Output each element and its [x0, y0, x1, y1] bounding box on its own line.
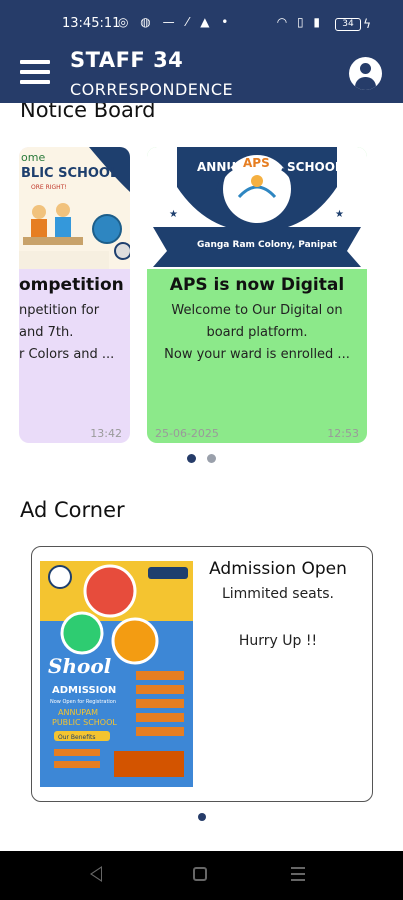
card-image-text: ome: [21, 151, 45, 164]
notice-card-image: ANNUM SCHOOL APS Ganga Ram Colony, Panip…: [147, 147, 367, 269]
carousel-dot-active[interactable]: [187, 454, 196, 463]
ad-text: Hurry Up !!: [238, 633, 318, 649]
notice-card-line: Now your ward is enrolled ...: [164, 347, 350, 362]
ad-carousel-dot-active[interactable]: [198, 813, 206, 821]
notice-card-time: 12:53: [327, 427, 359, 440]
poster-text: ANNUPAM: [58, 708, 98, 717]
notice-card[interactable]: ANNUM SCHOOL APS Ganga Ram Colony, Panip…: [147, 147, 367, 443]
poster-text: Our Benefits: [58, 734, 95, 741]
battery-icon: 34: [335, 18, 361, 31]
ad-heading: Admission Open: [209, 559, 347, 579]
page-subtitle: CORRESPONDENCE: [70, 80, 234, 99]
notice-card[interactable]: ome BLIC SCHOOL ORE RIGHT! ompetition np…: [19, 147, 130, 443]
poster-text: Shool: [48, 654, 112, 678]
app-screen: 13:45:11 ◎ ◍ — ⁄ ▲ • ◠ ▯ ▮ 34 ϟ STAFF 34…: [0, 0, 403, 900]
card-image-text: BLIC SCHOOL: [21, 166, 118, 181]
notice-card-date: 25-06-2025: [155, 427, 219, 440]
card-image-text: ORE RIGHT!: [31, 184, 67, 191]
status-bar: 13:45:11 ◎ ◍ — ⁄ ▲ • ◠ ▯ ▮ 34 ϟ: [0, 14, 403, 38]
poster-text: ADMISSION: [52, 685, 116, 696]
notice-card-time: 13:42: [90, 427, 122, 440]
app-header: 13:45:11 ◎ ◍ — ⁄ ▲ • ◠ ▯ ▮ 34 ϟ STAFF 34…: [0, 0, 403, 103]
status-time: 13:45:11: [62, 16, 121, 31]
home-icon[interactable]: [193, 867, 207, 881]
notice-card-line: and 7th.: [19, 325, 74, 340]
back-icon[interactable]: [90, 866, 102, 882]
system-nav-bar: [0, 851, 403, 900]
charging-icon: ϟ: [363, 17, 371, 31]
profile-icon[interactable]: [349, 57, 382, 90]
carousel-dot[interactable]: [207, 454, 216, 463]
svg-text:★: ★: [335, 209, 344, 220]
poster-text: PUBLIC SCHOOL: [52, 718, 117, 727]
system-icons: ◠ ▯ ▮: [276, 15, 323, 29]
notice-card-heading: ompetition: [19, 275, 124, 295]
notice-card-line: npetition for: [19, 303, 100, 318]
card-image-text: APS: [243, 156, 270, 170]
page-title: STAFF 34: [70, 48, 184, 72]
ad-corner-title: Ad Corner: [20, 498, 125, 522]
card-image-text: Ganga Ram Colony, Panipat: [197, 240, 338, 250]
ad-text: Limmited seats.: [221, 586, 334, 602]
notification-icons: ◎ ◍ — ⁄ ▲ •: [118, 15, 233, 29]
ad-poster-image: Shool ADMISSION Now Open for Registratio…: [40, 561, 193, 787]
notice-card-line: Welcome to Our Digital on: [171, 303, 343, 318]
menu-icon[interactable]: [20, 60, 50, 86]
poster-text: Now Open for Registration: [50, 699, 116, 705]
notice-card-line: r Colors and ...: [19, 347, 115, 362]
card-image-text: ANNUM: [197, 160, 248, 174]
notice-card-line: board platform.: [206, 325, 308, 340]
notice-card-heading: APS is now Digital: [169, 275, 345, 295]
notice-card-image: ome BLIC SCHOOL ORE RIGHT!: [19, 147, 130, 269]
card-image-text: SCHOOL: [287, 160, 343, 174]
svg-text:★: ★: [169, 209, 178, 220]
recents-icon[interactable]: [291, 867, 305, 885]
